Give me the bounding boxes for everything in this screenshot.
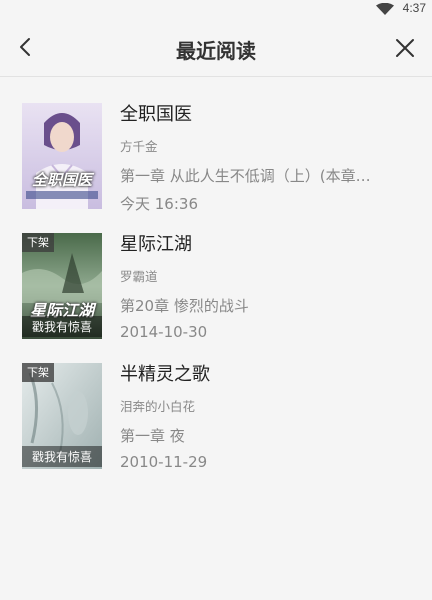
- book-author: 泪奔的小白花: [120, 399, 196, 414]
- recent-books-list: 全职国医 全职国医 方千金 第一章 从此人生不低调（上）(本章… 今天 16:3…: [0, 77, 432, 493]
- cover-promo-text: 戳我有惊喜: [22, 316, 102, 337]
- close-icon[interactable]: [394, 37, 416, 59]
- cover-art: [22, 103, 102, 209]
- book-chapter: 第20章 惨烈的战斗: [120, 297, 249, 315]
- list-item-book[interactable]: 下架 戳我有惊喜 半精灵之歌 泪奔的小白花 第一章 夜 2010-11-29: [0, 363, 432, 493]
- book-info: 半精灵之歌 泪奔的小白花 第一章 夜 2010-11-29: [120, 363, 412, 471]
- cover-promo-text: 戳我有惊喜: [22, 446, 102, 467]
- wifi-icon: [376, 3, 394, 15]
- book-title: 半精灵之歌: [120, 364, 210, 385]
- book-last-read: 2014-10-30: [120, 323, 208, 341]
- book-info: 星际江湖 罗霸道 第20章 惨烈的战斗 2014-10-30: [120, 233, 412, 341]
- book-last-read: 2010-11-29: [120, 453, 208, 471]
- book-title: 星际江湖: [120, 234, 192, 255]
- status-badge: 下架: [22, 233, 54, 252]
- status-badge: 下架: [22, 363, 54, 382]
- list-item-book[interactable]: 全职国医 全职国医 方千金 第一章 从此人生不低调（上）(本章… 今天 16:3…: [0, 103, 432, 233]
- book-title: 全职国医: [120, 104, 192, 125]
- book-chapter: 第一章 从此人生不低调（上）(本章…: [120, 167, 371, 185]
- book-last-read: 今天 16:36: [120, 195, 198, 213]
- book-cover: 下架 星际江湖 戳我有惊喜: [22, 233, 102, 339]
- book-author: 方千金: [120, 139, 158, 154]
- status-bar: 4:37: [0, 0, 432, 17]
- book-author: 罗霸道: [120, 269, 158, 284]
- status-time: 4:37: [402, 1, 426, 15]
- list-item-book[interactable]: 下架 星际江湖 戳我有惊喜 星际江湖 罗霸道 第20章 惨烈的战斗 2014-1…: [0, 233, 432, 363]
- cover-title: 全职国医: [31, 171, 92, 189]
- book-cover: 下架 戳我有惊喜: [22, 363, 102, 469]
- page-title: 最近阅读: [176, 39, 256, 63]
- book-cover: 全职国医: [22, 103, 102, 209]
- book-info: 全职国医 方千金 第一章 从此人生不低调（上）(本章… 今天 16:36: [120, 103, 412, 214]
- header: 最近阅读: [0, 17, 432, 77]
- book-chapter: 第一章 夜: [120, 427, 185, 445]
